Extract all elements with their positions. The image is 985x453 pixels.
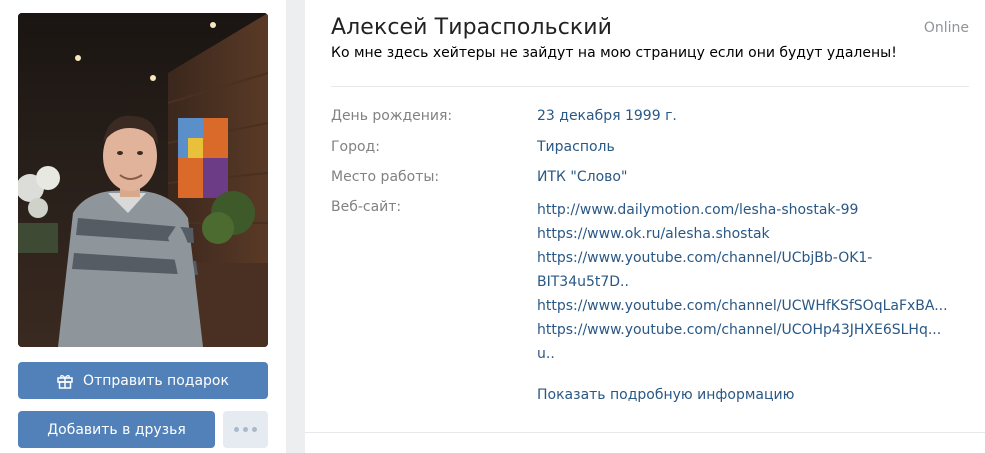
city-label: Город: bbox=[331, 139, 380, 155]
website-link[interactable]: https://www.youtube.com/channel/UCOHp43J… bbox=[537, 318, 977, 342]
profile-left-column: Отправить подарок Добавить в друзья bbox=[0, 0, 286, 453]
avatar[interactable] bbox=[18, 13, 268, 347]
more-actions-button[interactable] bbox=[223, 411, 268, 448]
birthday-label: День рождения: bbox=[331, 108, 453, 124]
website-link[interactable]: https://www.youtube.com/channel/UCbjBb-O… bbox=[537, 246, 977, 270]
divider bbox=[305, 432, 985, 433]
work-value[interactable]: ИТК "Слово" bbox=[537, 169, 627, 185]
website-link[interactable]: u.. bbox=[537, 342, 977, 366]
website-list: http://www.dailymotion.com/lesha-shostak… bbox=[537, 198, 977, 366]
online-status: Online bbox=[923, 20, 969, 36]
more-dots-icon bbox=[234, 427, 239, 432]
website-link[interactable]: https://www.ok.ru/alesha.shostak bbox=[537, 222, 977, 246]
work-label: Место работы: bbox=[331, 169, 440, 185]
website-link[interactable]: https://www.youtube.com/channel/UCWHfKSf… bbox=[537, 294, 977, 318]
add-friend-button[interactable]: Добавить в друзья bbox=[18, 411, 215, 448]
profile-page: Отправить подарок Добавить в друзья Алек… bbox=[0, 0, 985, 453]
gift-icon bbox=[57, 373, 73, 389]
website-link[interactable]: http://www.dailymotion.com/lesha-shostak… bbox=[537, 198, 977, 222]
profile-name: Алексей Тираспольский bbox=[331, 15, 613, 40]
send-gift-label: Отправить подарок bbox=[83, 372, 229, 389]
add-friend-label: Добавить в друзья bbox=[47, 421, 186, 438]
send-gift-button[interactable]: Отправить подарок bbox=[18, 362, 268, 399]
profile-photo bbox=[18, 13, 268, 347]
divider bbox=[331, 86, 969, 87]
show-more-info-link[interactable]: Показать подробную информацию bbox=[537, 387, 794, 403]
city-value[interactable]: Тирасполь bbox=[537, 139, 615, 155]
birthday-value[interactable]: 23 декабря 1999 г. bbox=[537, 108, 677, 124]
website-link[interactable]: BIT34u5t7D.. bbox=[537, 270, 977, 294]
website-label: Веб-сайт: bbox=[331, 199, 402, 215]
profile-info-panel: Алексей Тираспольский Online Ко мне здес… bbox=[305, 0, 985, 453]
profile-status-text[interactable]: Ко мне здесь хейтеры не зайдут на мою ст… bbox=[331, 45, 897, 61]
